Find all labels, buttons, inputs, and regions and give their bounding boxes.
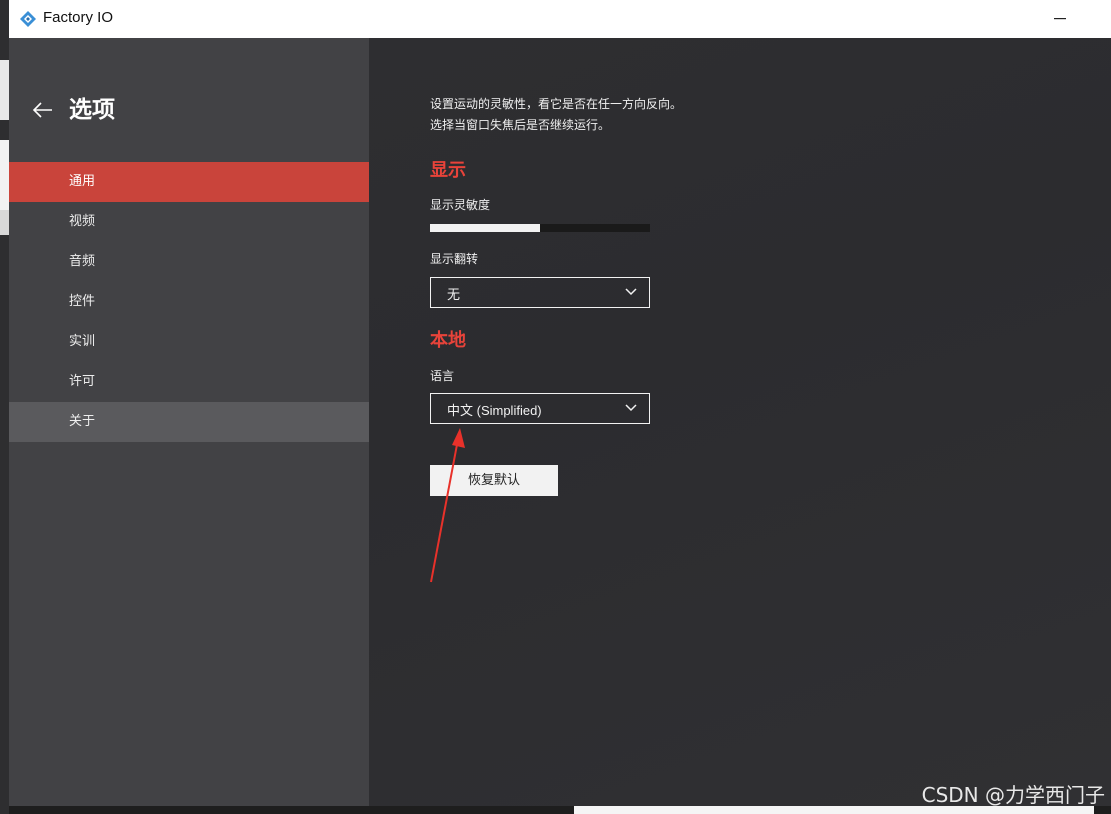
sensitivity-label: 显示灵敏度 (430, 198, 491, 212)
chevron-down-icon (625, 288, 637, 296)
language-dropdown[interactable]: 中文 (Simplified) (430, 393, 650, 424)
minimize-icon (1054, 18, 1066, 20)
back-arrow-icon[interactable] (31, 98, 55, 122)
nav-item-audio[interactable]: 音频 (9, 242, 369, 282)
settings-description: 设置运动的灵敏性，看它是否在任一方向反向。 选择当窗口失焦后是否继续运行。 (430, 94, 682, 136)
nav-item-license[interactable]: 许可 (9, 362, 369, 402)
page-title: 选项 (69, 97, 115, 123)
background-app-strip (0, 0, 9, 814)
nav-item-training[interactable]: 实训 (9, 322, 369, 362)
language-label: 语言 (430, 369, 455, 383)
language-dropdown-value: 中文 (Simplified) (447, 403, 542, 418)
minimize-button[interactable] (1045, 6, 1075, 32)
title-bar: Factory IO (9, 0, 1111, 38)
window-title: Factory IO (43, 9, 114, 26)
options-nav: 通用 视频 音频 控件 实训 许可 关于 (9, 162, 369, 442)
nav-item-general[interactable]: 通用 (9, 162, 369, 202)
description-line: 设置运动的灵敏性，看它是否在任一方向反向。 (430, 97, 683, 111)
locale-section-heading: 本地 (430, 330, 466, 351)
display-section-heading: 显示 (430, 160, 466, 181)
invert-dropdown-value: 无 (447, 287, 461, 302)
nav-item-controls[interactable]: 控件 (9, 282, 369, 322)
close-button-partial[interactable] (1091, 6, 1111, 32)
invert-label: 显示翻转 (430, 252, 479, 266)
options-sidebar: 选项 通用 视频 音频 控件 实训 许可 关于 (9, 38, 369, 806)
app-window: Factory IO 选项 通用 视频 音频 控件 实训 许可 关于 设置运动的… (9, 0, 1111, 806)
settings-panel: 设置运动的灵敏性，看它是否在任一方向反向。 选择当窗口失焦后是否继续运行。 显示… (369, 38, 1111, 806)
annotation-arrow (430, 428, 465, 583)
watermark: CSDN @力学西门子 (921, 783, 1105, 807)
nav-item-about[interactable]: 关于 (9, 402, 369, 442)
description-line: 选择当窗口失焦后是否继续运行。 (430, 118, 611, 132)
factory-io-logo-icon (20, 11, 36, 27)
invert-dropdown[interactable]: 无 (430, 277, 650, 308)
chevron-down-icon (625, 404, 637, 412)
sensitivity-slider[interactable] (430, 224, 650, 232)
sensitivity-slider-fill (430, 224, 540, 232)
nav-item-video[interactable]: 视频 (9, 202, 369, 242)
